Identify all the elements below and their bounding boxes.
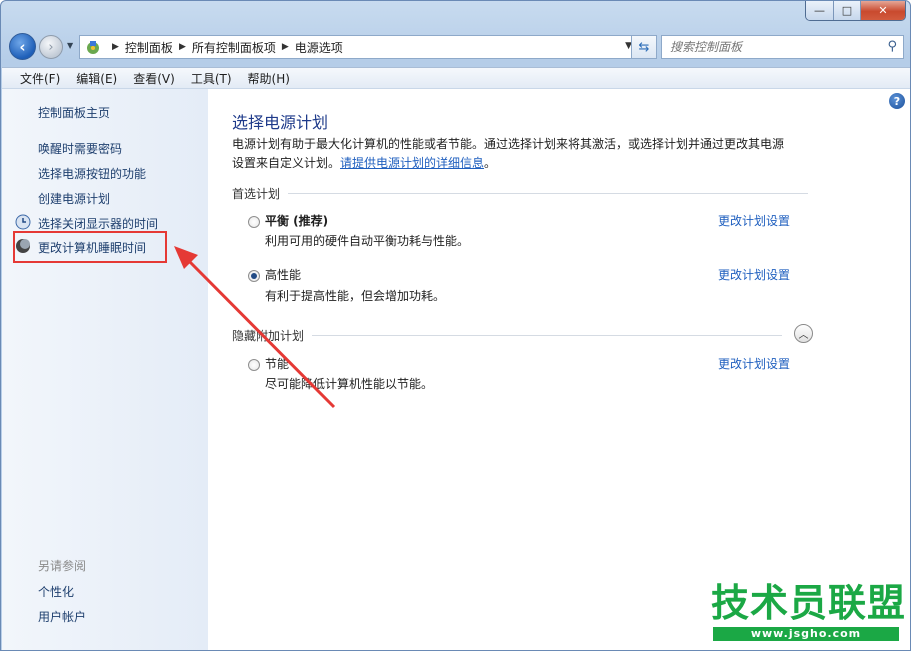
navigation-bar: ‹ › ▼ ▶ 控制面板 ▶ 所有控制面板项 ▶ 电源选项 ▼ ⇆ ⚲ (9, 33, 904, 61)
plan-desc-high-performance: 有利于提高性能，但会增加功耗。 (265, 289, 446, 303)
plan-name-power-saver[interactable]: 节能 (265, 355, 289, 372)
menu-view[interactable]: 查看(V) (125, 70, 183, 87)
display-clock-icon (15, 214, 31, 230)
watermark-title: 技术员联盟 (711, 581, 907, 625)
sidebar-home-link[interactable]: 控制面板主页 (38, 104, 110, 121)
plan-name-high-performance[interactable]: 高性能 (265, 266, 301, 283)
search-input[interactable] (670, 40, 870, 54)
description-text: 电源计划有助于最大化计算机的性能或者节能。通过选择计划来将其激活，或选择计划并通… (232, 137, 785, 170)
back-arrow-icon: ‹ (19, 37, 26, 56)
refresh-icon: ⇆ (638, 39, 650, 55)
menu-edit[interactable]: 编辑(E) (68, 70, 125, 87)
plan-radio-power-saver[interactable] (248, 359, 260, 371)
menu-file[interactable]: 文件(F) (12, 70, 68, 87)
breadcrumb-separator-icon: ▶ (112, 42, 119, 52)
plan-radio-balanced[interactable] (248, 216, 260, 228)
sidebar: 控制面板主页 唤醒时需要密码 选择电源按钮的功能 创建电源计划 选择关闭显示器的… (2, 89, 208, 650)
change-plan-settings-high-performance[interactable]: 更改计划设置 (718, 266, 790, 283)
plan-desc-balanced: 利用可用的硬件自动平衡功耗与性能。 (265, 234, 470, 248)
help-icon[interactable]: ? (889, 93, 905, 109)
menu-tools[interactable]: 工具(T) (183, 70, 240, 87)
forward-arrow-icon: › (48, 39, 54, 55)
sidebar-link-create-plan[interactable]: 创建电源计划 (38, 190, 110, 207)
address-bar[interactable]: ▶ 控制面板 ▶ 所有控制面板项 ▶ 电源选项 ▼ (79, 35, 637, 59)
recent-pages-dropdown[interactable]: ▼ (67, 41, 77, 51)
collapse-chevron-up-icon[interactable]: ︿ (794, 324, 813, 343)
forward-button[interactable]: › (39, 35, 63, 59)
plan-desc-power-saver: 尽可能降低计算机性能以节能。 (265, 377, 434, 391)
control-panel-window: — □ ✕ ‹ › ▼ ▶ 控制面板 ▶ 所有控制面板项 ▶ 电源选项 ▼ ⇆ … (0, 0, 911, 651)
refresh-button[interactable]: ⇆ (631, 35, 657, 59)
breadcrumb-separator-icon: ▶ (281, 42, 289, 52)
sidebar-link-user-accounts[interactable]: 用户帐户 (38, 608, 86, 625)
minimize-button[interactable]: — (806, 1, 833, 20)
plan-radio-high-performance[interactable] (248, 270, 260, 282)
group-divider (312, 335, 783, 336)
group-label: 首选计划 (232, 187, 281, 201)
breadcrumb-power-options[interactable]: 电源选项 (295, 39, 343, 56)
page-title: 选择电源计划 (232, 113, 329, 132)
hidden-plans-group: 隐藏附加计划 (232, 327, 783, 344)
group-label: 隐藏附加计划 (232, 329, 305, 343)
search-icon[interactable]: ⚲ (887, 39, 897, 54)
change-plan-settings-balanced[interactable]: 更改计划设置 (718, 212, 790, 229)
see-also-heading: 另请参阅 (38, 559, 87, 573)
menu-bar: 文件(F) 编辑(E) 查看(V) 工具(T) 帮助(H) (2, 67, 910, 89)
plan-details-link[interactable]: 请提供电源计划的详细信息 (340, 156, 484, 170)
menu-help[interactable]: 帮助(H) (240, 70, 298, 87)
search-box: ⚲ (661, 35, 904, 59)
plan-name-balanced[interactable]: 平衡 (推荐) (265, 212, 328, 229)
watermark-url: www.jsgho.com (713, 627, 899, 641)
back-button[interactable]: ‹ (9, 33, 36, 60)
close-button[interactable]: ✕ (860, 1, 905, 20)
main-panel: ? 选择电源计划 电源计划有助于最大化计算机的性能或者节能。通过选择计划来将其激… (208, 89, 910, 650)
sidebar-link-display-off[interactable]: 选择关闭显示器的时间 (38, 215, 158, 232)
annotation-highlight-box (13, 231, 167, 263)
breadcrumb-control-panel[interactable]: 控制面板 (125, 39, 173, 56)
sidebar-link-power-buttons[interactable]: 选择电源按钮的功能 (38, 165, 146, 182)
maximize-button[interactable]: □ (833, 1, 860, 20)
page-description: 电源计划有助于最大化计算机的性能或者节能。通过选择计划来将其激活，或选择计划并通… (232, 137, 785, 170)
title-bar: — □ ✕ (1, 1, 910, 31)
caption-buttons: — □ ✕ (805, 1, 906, 21)
watermark-logo: 技术员联盟 www.jsgho.com (711, 583, 905, 643)
breadcrumb-separator-icon: ▶ (178, 42, 186, 52)
breadcrumb-all-items[interactable]: 所有控制面板项 (192, 39, 276, 56)
sidebar-link-wake-password[interactable]: 唤醒时需要密码 (38, 140, 122, 157)
sidebar-link-personalize[interactable]: 个性化 (38, 583, 74, 600)
change-plan-settings-power-saver[interactable]: 更改计划设置 (718, 355, 790, 372)
preferred-plans-group: 首选计划 (232, 185, 809, 202)
content-area: 控制面板主页 唤醒时需要密码 选择电源按钮的功能 创建电源计划 选择关闭显示器的… (2, 89, 910, 650)
control-panel-icon (84, 39, 102, 55)
group-divider (288, 193, 809, 194)
